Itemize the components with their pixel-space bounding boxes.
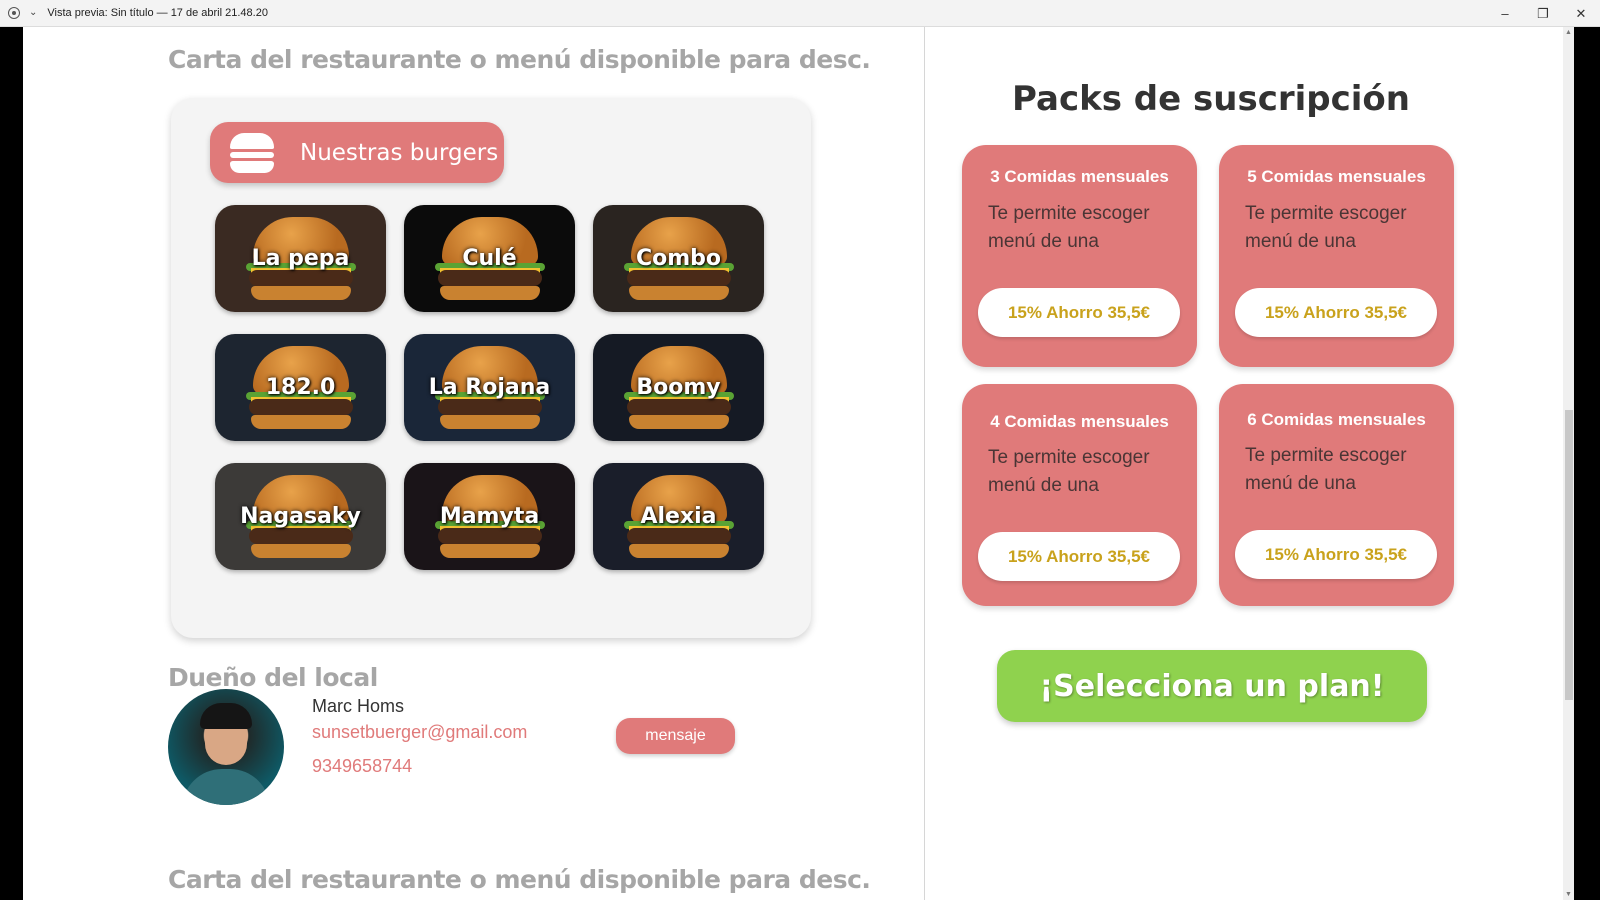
- pack-title: 4 Comidas mensuales: [990, 412, 1169, 431]
- vertical-scrollbar[interactable]: ▲ ▼: [1563, 27, 1574, 900]
- burger-name: Combo: [635, 246, 722, 271]
- page-content: Carta del restaurante o menú disponible …: [23, 27, 1563, 900]
- burger-tile-la-pepa[interactable]: La pepa: [215, 205, 386, 312]
- scroll-down-icon[interactable]: ▼: [1565, 891, 1572, 898]
- pack-description: Te permite escoger menú de una: [988, 447, 1150, 496]
- burger-name: Boomy: [636, 375, 721, 400]
- next-section-title: Carta del restaurante o menú disponible …: [168, 865, 871, 894]
- burger-name: Alexia: [640, 504, 717, 529]
- burger-tile-cule[interactable]: Culé: [404, 205, 575, 312]
- owner-phone-link[interactable]: 9349658744: [312, 756, 412, 777]
- pack-price-button[interactable]: 15% Ahorro 35,5€: [978, 288, 1180, 337]
- pack-price-button[interactable]: 15% Ahorro 35,5€: [978, 532, 1180, 581]
- packs-title: Packs de suscripción: [1012, 79, 1410, 119]
- burger-name: 182.0: [265, 375, 336, 400]
- left-margin: [0, 27, 23, 900]
- owner-name: Marc Homs: [312, 696, 405, 716]
- message-button[interactable]: mensaje: [616, 718, 735, 754]
- chevron-down-icon[interactable]: ⌄: [29, 8, 37, 18]
- menu-card: Nuestras burgers La pepa Culé Combo 182.…: [171, 98, 811, 638]
- burger-name: La pepa: [251, 246, 350, 271]
- pack-card-4[interactable]: 4 Comidas mensuales Te permite escoger m…: [962, 384, 1197, 606]
- burger-tile-alexia[interactable]: Alexia: [593, 463, 764, 570]
- pack-description: Te permite escoger menú de una: [1245, 203, 1407, 252]
- select-plan-button[interactable]: ¡Selecciona un plan!: [997, 650, 1427, 722]
- burger-name: Nagasaky: [240, 504, 361, 529]
- burger-name: La Rojana: [428, 375, 551, 400]
- pack-price-button[interactable]: 15% Ahorro 35,5€: [1235, 288, 1437, 337]
- pack-title: 3 Comidas mensuales: [990, 167, 1169, 186]
- owner-email-link[interactable]: sunsetbuerger@gmail.com: [312, 722, 527, 743]
- category-label: Nuestras burgers: [300, 139, 499, 166]
- window-titlebar: ⌄ Vista previa: Sin título — 17 de abril…: [0, 0, 1600, 27]
- burger-name: Culé: [462, 246, 517, 271]
- minimize-button[interactable]: –: [1486, 0, 1524, 27]
- app-icon: [8, 7, 20, 19]
- burger-tile-182[interactable]: 182.0: [215, 334, 386, 441]
- pack-card-6[interactable]: 6 Comidas mensuales Te permite escoger m…: [1219, 384, 1454, 606]
- burger-tile-combo[interactable]: Combo: [593, 205, 764, 312]
- pack-title: 5 Comidas mensuales: [1247, 167, 1426, 186]
- pack-title: 6 Comidas mensuales: [1247, 410, 1426, 429]
- burger-tile-nagasaky[interactable]: Nagasaky: [215, 463, 386, 570]
- pack-description: Te permite escoger menú de una: [1245, 445, 1407, 494]
- right-margin: [1574, 27, 1600, 900]
- pack-price-button[interactable]: 15% Ahorro 35,5€: [1235, 530, 1437, 579]
- owner-section-title: Dueño del local: [168, 663, 378, 692]
- burger-icon: [230, 132, 274, 173]
- burger-tile-la-rojana[interactable]: La Rojana: [404, 334, 575, 441]
- burger-name: Mamyta: [439, 504, 540, 529]
- pack-card-3[interactable]: 3 Comidas mensuales Te permite escoger m…: [962, 145, 1197, 367]
- restore-button[interactable]: ❐: [1524, 0, 1562, 27]
- menu-section-title: Carta del restaurante o menú disponible …: [168, 45, 871, 74]
- scroll-thumb[interactable]: [1565, 410, 1573, 700]
- window-controls: – ❐ ✕: [1486, 0, 1600, 27]
- burger-tile-mamyta[interactable]: Mamyta: [404, 463, 575, 570]
- pack-description: Te permite escoger menú de una: [988, 203, 1150, 252]
- category-burgers-button[interactable]: Nuestras burgers: [210, 122, 504, 183]
- avatar: [168, 689, 284, 805]
- scroll-up-icon[interactable]: ▲: [1565, 29, 1572, 36]
- window-title: Vista previa: Sin título — 17 de abril 2…: [47, 7, 268, 19]
- pack-card-5[interactable]: 5 Comidas mensuales Te permite escoger m…: [1219, 145, 1454, 367]
- burger-tile-boomy[interactable]: Boomy: [593, 334, 764, 441]
- close-button[interactable]: ✕: [1562, 0, 1600, 27]
- column-divider: [924, 27, 925, 900]
